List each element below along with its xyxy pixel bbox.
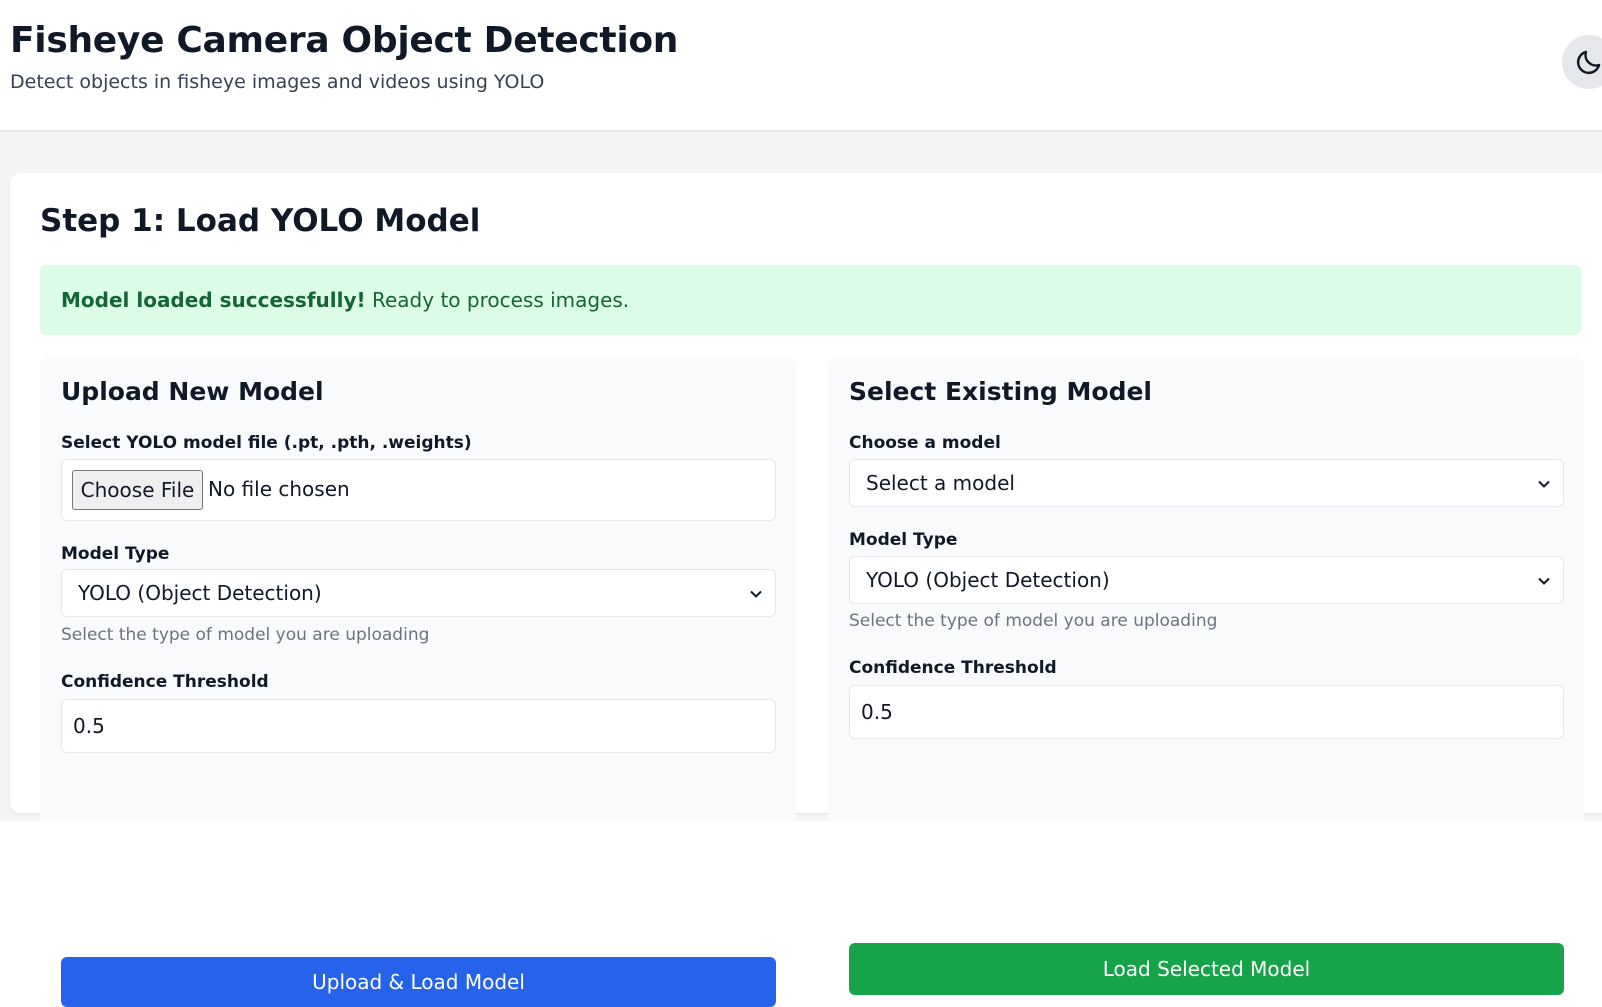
- alert-text: Ready to process images.: [365, 288, 630, 312]
- model-type-help: Select the type of model you are uploadi…: [849, 611, 1218, 631]
- chevron-down-icon: [1538, 480, 1550, 488]
- model-type-label: Model Type: [849, 530, 958, 550]
- theme-toggle-button[interactable]: [1562, 35, 1602, 89]
- app-header: Fisheye Camera Object Detection Detect o…: [0, 0, 1602, 132]
- confidence-label: Confidence Threshold: [61, 672, 269, 692]
- choose-model-select[interactable]: Select a model: [849, 459, 1564, 507]
- app-subtitle: Detect objects in fisheye images and vid…: [10, 71, 545, 93]
- model-type-select[interactable]: YOLO (Object Detection): [61, 569, 776, 617]
- model-file-label: Select YOLO model file (.pt, .pth, .weig…: [61, 433, 472, 453]
- moon-icon: [1576, 50, 1601, 75]
- choose-model-label: Choose a model: [849, 433, 1001, 453]
- model-type-label: Model Type: [61, 544, 170, 564]
- alert-strong-text: Model loaded successfully!: [61, 288, 366, 312]
- upload-model-panel: Upload New Model Select YOLO model file …: [40, 357, 796, 1007]
- page-bottom-band: [0, 821, 1602, 851]
- app-title: Fisheye Camera Object Detection: [10, 20, 679, 61]
- file-status: No file chosen: [208, 477, 350, 501]
- choose-model-value: Select a model: [866, 471, 1015, 495]
- model-file-input[interactable]: Choose File No file chosen: [61, 459, 776, 521]
- main-content: Step 1: Load YOLO Model Model loaded suc…: [0, 132, 1602, 1007]
- step-title: Step 1: Load YOLO Model: [40, 203, 481, 239]
- chevron-down-icon: [750, 590, 762, 598]
- step-card: Step 1: Load YOLO Model Model loaded suc…: [10, 173, 1602, 1007]
- confidence-input[interactable]: [63, 701, 773, 751]
- confidence-input[interactable]: [851, 687, 1561, 737]
- confidence-field: [61, 699, 776, 753]
- upload-panel-title: Upload New Model: [61, 377, 324, 406]
- existing-panel-title: Select Existing Model: [849, 377, 1153, 406]
- choose-file-button[interactable]: Choose File: [72, 470, 203, 510]
- model-type-select[interactable]: YOLO (Object Detection): [849, 556, 1564, 604]
- model-type-help: Select the type of model you are uploadi…: [61, 625, 430, 645]
- load-selected-model-button[interactable]: Load Selected Model: [849, 943, 1564, 995]
- confidence-field: [849, 685, 1564, 739]
- confidence-label: Confidence Threshold: [849, 658, 1057, 678]
- existing-model-panel: Select Existing Model Choose a model Sel…: [828, 357, 1584, 995]
- success-alert: Model loaded successfully! Ready to proc…: [40, 265, 1581, 335]
- chevron-down-icon: [1538, 577, 1550, 585]
- model-type-value: YOLO (Object Detection): [78, 581, 322, 605]
- upload-load-model-button[interactable]: Upload & Load Model: [61, 957, 776, 1007]
- model-type-value: YOLO (Object Detection): [866, 568, 1110, 592]
